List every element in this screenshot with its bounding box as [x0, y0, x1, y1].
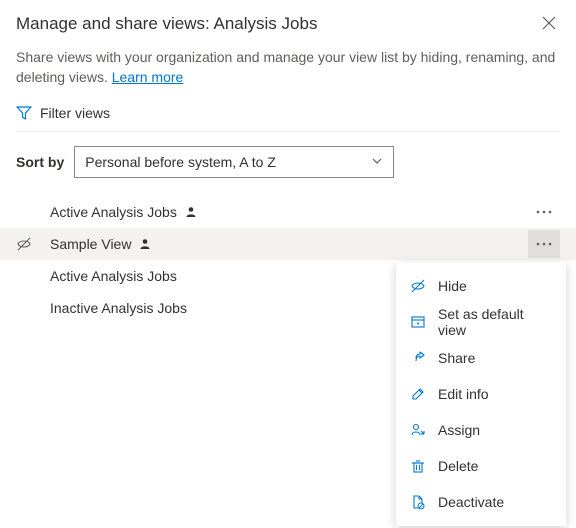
edit-icon: [410, 386, 426, 402]
row-more-button[interactable]: [528, 230, 560, 258]
filter-label: Filter views: [40, 105, 110, 121]
close-icon: [542, 16, 556, 30]
learn-more-link[interactable]: Learn more: [112, 69, 184, 85]
menu-item-deactivate[interactable]: Deactivate: [396, 484, 566, 520]
menu-item-label: Deactivate: [438, 494, 504, 510]
sort-row: Sort by Personal before system, A to Z: [16, 146, 560, 178]
row-context-menu: Hide Set as default view Share Edit info Ass…: [396, 262, 566, 526]
row-label-text: Sample View: [50, 236, 131, 252]
chevron-down-icon: [371, 155, 383, 167]
row-status-icon-slot: [16, 236, 50, 252]
person-icon: [185, 206, 197, 218]
row-label-text: Active Analysis Jobs: [50, 204, 177, 220]
dialog-description: Share views with your organization and m…: [16, 48, 560, 87]
divider: [16, 131, 560, 132]
description-text: Share views with your organization and m…: [16, 49, 555, 85]
menu-item-delete[interactable]: Delete: [396, 448, 566, 484]
filter-views-button[interactable]: Filter views: [16, 105, 560, 121]
assign-icon: [410, 422, 426, 438]
menu-item-label: Hide: [438, 278, 467, 294]
menu-item-label: Edit info: [438, 386, 489, 402]
dialog-title: Manage and share views: Analysis Jobs: [16, 14, 317, 34]
row-label-text: Inactive Analysis Jobs: [50, 300, 187, 316]
hide-icon: [410, 278, 426, 294]
view-row[interactable]: Sample View: [0, 228, 576, 260]
row-more-button[interactable]: [528, 198, 560, 226]
more-icon: [536, 242, 552, 246]
menu-item-hide[interactable]: Hide: [396, 268, 566, 304]
filter-icon: [16, 105, 32, 121]
menu-item-label: Delete: [438, 458, 478, 474]
row-label-text: Active Analysis Jobs: [50, 268, 177, 284]
sort-by-label: Sort by: [16, 154, 64, 170]
deactivate-icon: [410, 494, 426, 510]
more-icon: [536, 210, 552, 214]
menu-item-edit[interactable]: Edit info: [396, 376, 566, 412]
sort-select-value: Personal before system, A to Z: [85, 154, 276, 170]
menu-item-label: Assign: [438, 422, 480, 438]
person-icon: [139, 238, 151, 250]
close-button[interactable]: [538, 14, 560, 32]
menu-item-label: Set as default view: [438, 306, 552, 338]
menu-item-share[interactable]: Share: [396, 340, 566, 376]
hidden-icon: [16, 236, 32, 252]
menu-item-label: Share: [438, 350, 475, 366]
share-icon: [410, 350, 426, 366]
row-label: Sample View: [50, 236, 528, 252]
delete-icon: [410, 458, 426, 474]
view-row[interactable]: Active Analysis Jobs: [0, 196, 576, 228]
sort-select[interactable]: Personal before system, A to Z: [74, 146, 394, 178]
menu-item-assign[interactable]: Assign: [396, 412, 566, 448]
default-icon: [410, 314, 426, 330]
row-label: Active Analysis Jobs: [50, 204, 528, 220]
menu-item-default[interactable]: Set as default view: [396, 304, 566, 340]
dialog-header: Manage and share views: Analysis Jobs: [16, 14, 560, 34]
